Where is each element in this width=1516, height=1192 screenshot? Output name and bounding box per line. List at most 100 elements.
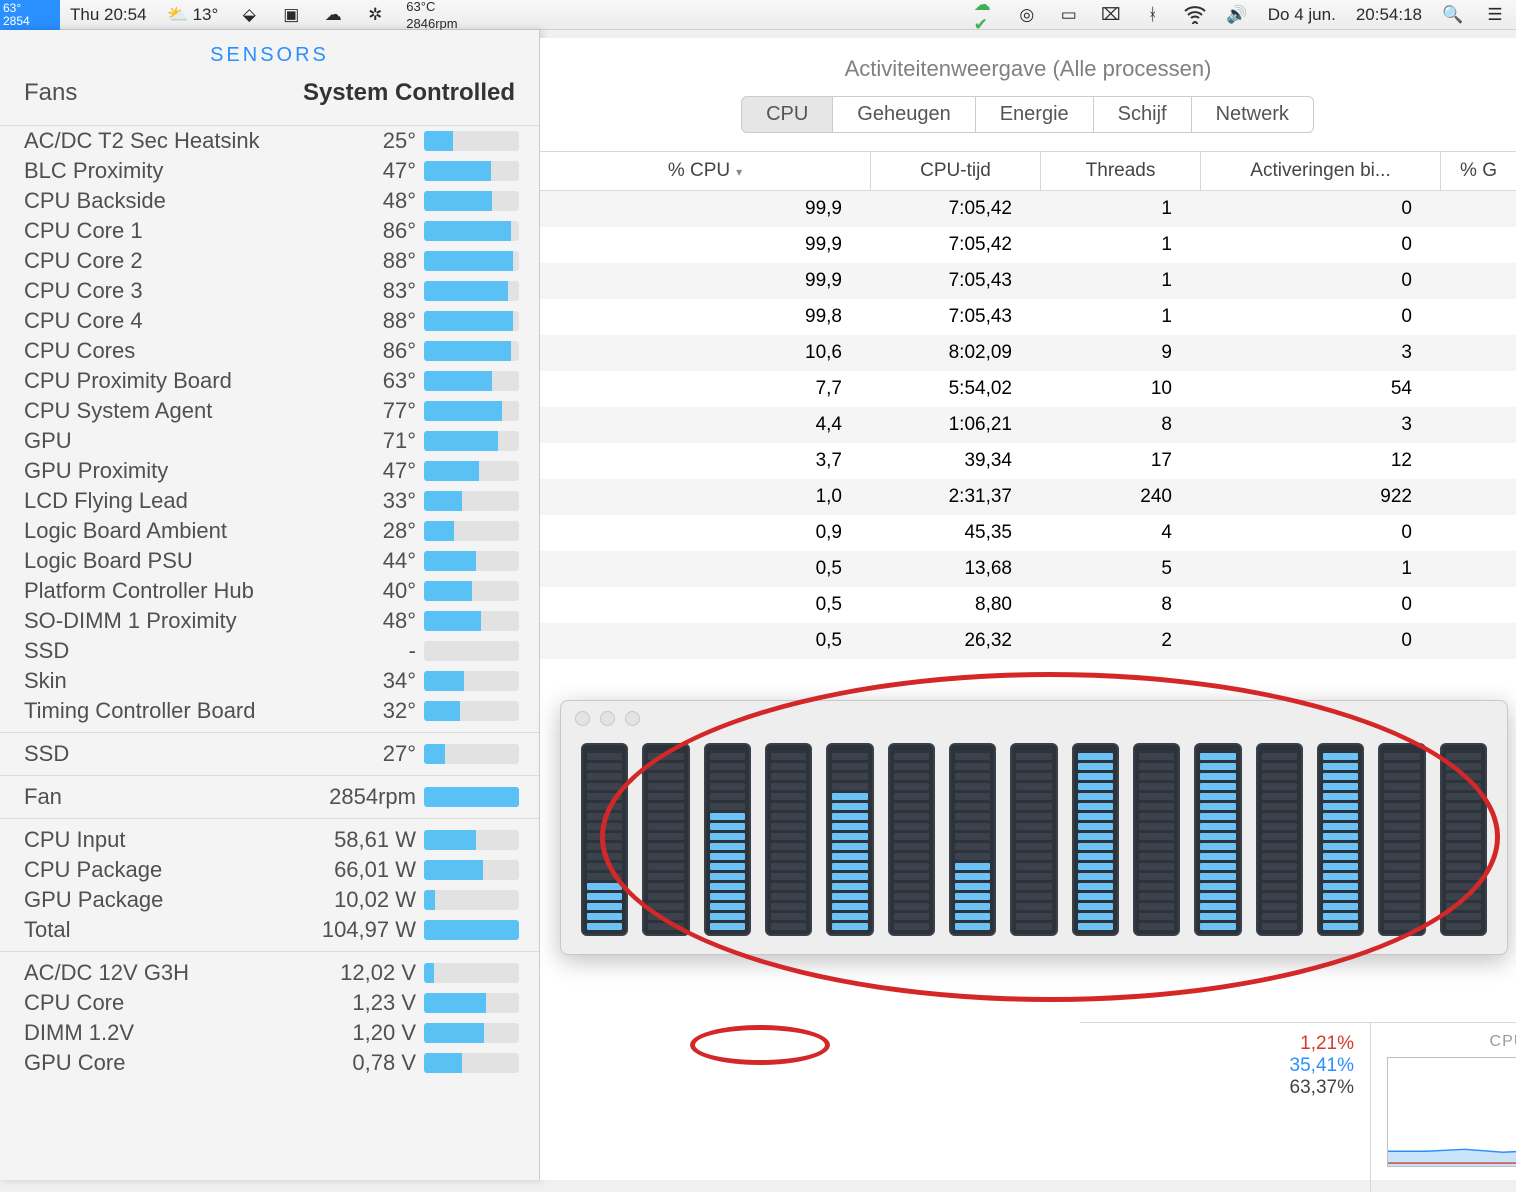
sensor-name: SSD bbox=[24, 741, 314, 767]
cell-cpu: 7,7 bbox=[540, 378, 870, 400]
table-row[interactable]: 0,9 45,35 4 0 bbox=[540, 515, 1516, 551]
android-icon[interactable]: ◎ bbox=[1016, 4, 1038, 26]
table-row[interactable]: 99,9 7:05,43 1 0 bbox=[540, 263, 1516, 299]
table-row[interactable]: 0,5 13,68 5 1 bbox=[540, 551, 1516, 587]
menubar-weather[interactable]: ⛅ 13° bbox=[157, 4, 229, 26]
notifications-icon[interactable]: ☰ bbox=[1484, 4, 1506, 26]
menubar-time[interactable]: 20:54:18 bbox=[1346, 5, 1432, 25]
cell-time: 8,80 bbox=[870, 594, 1040, 616]
sensor-value: 33° bbox=[314, 488, 424, 514]
cell-act: 0 bbox=[1200, 594, 1440, 616]
display-icon[interactable]: ▭ bbox=[1058, 4, 1080, 26]
spotlight-icon[interactable]: 🔍 bbox=[1442, 4, 1464, 26]
table-row[interactable]: 1,0 2:31,37 240 922 bbox=[540, 479, 1516, 515]
sensor-value: 32° bbox=[314, 698, 424, 724]
sensor-name: CPU Core 2 bbox=[24, 248, 314, 274]
tab-netwerk[interactable]: Netwerk bbox=[1191, 96, 1314, 133]
bottom-stats: 1,21% 35,41% 63,37% CPU-BELASTING Thread… bbox=[1080, 1022, 1516, 1192]
fans-mode[interactable]: System Controlled bbox=[303, 79, 515, 107]
sensor-bar bbox=[424, 1023, 519, 1043]
cpu-core-bar bbox=[1440, 743, 1487, 936]
volume-icon[interactable]: 🔊 bbox=[1226, 4, 1248, 26]
table-row[interactable]: 99,9 7:05,42 1 0 bbox=[540, 191, 1516, 227]
sensor-name: CPU Core 4 bbox=[24, 308, 314, 334]
cell-cpu: 0,5 bbox=[540, 558, 870, 580]
cpu-core-bar bbox=[1010, 743, 1057, 936]
table-row[interactable]: 3,7 39,34 17 12 bbox=[540, 443, 1516, 479]
cell-cpu: 99,8 bbox=[540, 306, 870, 328]
bluetooth-icon[interactable]: ᚼ bbox=[1142, 4, 1164, 26]
sensor-value: 12,02 V bbox=[314, 960, 424, 986]
sensor-row: CPU Input 58,61 W bbox=[0, 825, 539, 855]
table-row[interactable]: 4,4 1:06,21 8 3 bbox=[540, 407, 1516, 443]
cell-cpu: 0,5 bbox=[540, 630, 870, 652]
process-list[interactable]: 99,9 7:05,42 1 0 99,9 7:05,42 1 0 99,9 7… bbox=[540, 191, 1516, 659]
col-cpu[interactable]: % CPU▾ bbox=[540, 152, 870, 190]
sensor-bar bbox=[424, 551, 519, 571]
cell-time: 5:54,02 bbox=[870, 378, 1040, 400]
cloud-icon[interactable]: ☁ bbox=[322, 4, 344, 26]
sensor-bar bbox=[424, 461, 519, 481]
table-row[interactable]: 99,9 7:05,42 1 0 bbox=[540, 227, 1516, 263]
menubar-date[interactable]: Do 4 jun. bbox=[1258, 5, 1346, 25]
sensor-row: Platform Controller Hub 40° bbox=[0, 576, 539, 606]
sensor-row: GPU 71° bbox=[0, 426, 539, 456]
tab-energie[interactable]: Energie bbox=[975, 96, 1094, 133]
sensor-bar bbox=[424, 671, 519, 691]
sensor-name: SSD bbox=[24, 638, 314, 664]
wifi-icon[interactable] bbox=[1184, 4, 1206, 26]
tab-geheugen[interactable]: Geheugen bbox=[832, 96, 975, 133]
sensor-value: 34° bbox=[314, 668, 424, 694]
window-controls[interactable] bbox=[575, 711, 640, 726]
table-row[interactable]: 0,5 8,80 8 0 bbox=[540, 587, 1516, 623]
sensor-row: Total 104,97 W bbox=[0, 915, 539, 945]
cell-time: 7:05,43 bbox=[870, 306, 1040, 328]
menubar-sensor-badge[interactable]: 63° 2854 bbox=[0, 0, 60, 30]
sensor-value: 48° bbox=[314, 608, 424, 634]
sensor-row: CPU Core 4 88° bbox=[0, 306, 539, 336]
table-row[interactable]: 10,6 8:02,09 9 3 bbox=[540, 335, 1516, 371]
cell-act: 54 bbox=[1200, 378, 1440, 400]
cpu-core-bar bbox=[1256, 743, 1303, 936]
cell-time: 1:06,21 bbox=[870, 414, 1040, 436]
col-gpu[interactable]: % G bbox=[1440, 152, 1516, 190]
keyboard-icon[interactable]: ⌧ bbox=[1100, 4, 1122, 26]
sensor-bar bbox=[424, 131, 519, 151]
sensor-name: DIMM 1.2V bbox=[24, 1020, 314, 1046]
zoom-icon[interactable] bbox=[625, 711, 640, 726]
terminal-icon[interactable]: ▣ bbox=[280, 4, 302, 26]
tab-cpu[interactable]: CPU bbox=[741, 96, 833, 133]
table-row[interactable]: 0,5 26,32 2 0 bbox=[540, 623, 1516, 659]
table-row[interactable]: 7,7 5:54,02 10 54 bbox=[540, 371, 1516, 407]
sensor-bar bbox=[424, 521, 519, 541]
cpu-core-bar bbox=[949, 743, 996, 936]
cloud-sync-icon[interactable]: ☁✔ bbox=[974, 4, 996, 26]
sensor-bar bbox=[424, 787, 519, 807]
cell-cpu: 3,7 bbox=[540, 450, 870, 472]
sensor-row: CPU Core 1,23 V bbox=[0, 988, 539, 1018]
cpu-core-bar bbox=[1072, 743, 1119, 936]
sensor-value: - bbox=[314, 638, 424, 664]
fan-icon[interactable]: ✲ bbox=[364, 4, 386, 26]
sensors-panel: SENSORS Fans System Controlled AC/DC T2 … bbox=[0, 30, 540, 1180]
sensor-value: 63° bbox=[314, 368, 424, 394]
minimize-icon[interactable] bbox=[600, 711, 615, 726]
cpu-core-window[interactable] bbox=[560, 700, 1508, 955]
dropbox-icon[interactable]: ⬙ bbox=[238, 4, 260, 26]
sensor-row: GPU Core 0,78 V bbox=[0, 1048, 539, 1078]
sensor-row: Logic Board Ambient 28° bbox=[0, 516, 539, 546]
sensor-value: 2854rpm bbox=[314, 784, 424, 810]
sensor-row: AC/DC T2 Sec Heatsink 25° bbox=[0, 126, 539, 156]
tab-schijf[interactable]: Schijf bbox=[1093, 96, 1192, 133]
sensor-row: AC/DC 12V G3H 12,02 V bbox=[0, 958, 539, 988]
close-icon[interactable] bbox=[575, 711, 590, 726]
col-cputime[interactable]: CPU-tijd bbox=[870, 152, 1040, 190]
col-threads[interactable]: Threads bbox=[1040, 152, 1200, 190]
col-activations[interactable]: Activeringen bi... bbox=[1200, 152, 1440, 190]
table-row[interactable]: 99,8 7:05,43 1 0 bbox=[540, 299, 1516, 335]
cell-threads: 240 bbox=[1040, 486, 1200, 508]
sensor-name: Skin bbox=[24, 668, 314, 694]
menubar-cpu-meter[interactable]: 63°C 2846rpm bbox=[396, 0, 467, 30]
sensor-bar bbox=[424, 431, 519, 451]
activity-monitor-window: Activiteitenweergave (Alle processen) CP… bbox=[540, 38, 1516, 1180]
